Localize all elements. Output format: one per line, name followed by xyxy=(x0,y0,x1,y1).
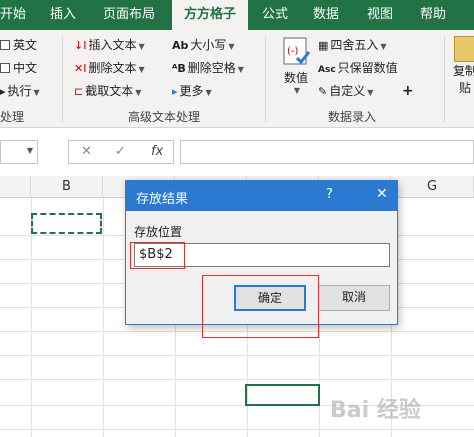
copy-paste-button[interactable]: 复制 贴 xyxy=(450,36,474,96)
checkbox-icon xyxy=(0,63,10,73)
tab-home[interactable]: 开始 xyxy=(0,0,26,30)
copy-label: 复制 xyxy=(452,64,474,78)
formula-buttons: ✕ ✓ fx xyxy=(68,140,174,164)
keep-values-button[interactable]: Asc 只保留数值 xyxy=(318,59,398,77)
cancel-entry-button[interactable]: ✕ xyxy=(81,144,92,159)
close-button[interactable]: ✕ xyxy=(376,186,388,202)
round-icon: ▦ xyxy=(318,39,329,52)
grid-line xyxy=(103,198,104,437)
custom-label: 自定义 xyxy=(329,84,366,98)
execute-button[interactable]: ▸ 执行 ▼ xyxy=(0,82,40,100)
numeric-label: 数值 xyxy=(283,71,308,85)
delete-text-label: 删除文本 xyxy=(88,61,137,75)
numeric-icon: (-) xyxy=(283,37,311,65)
chevron-down-icon: ▼ xyxy=(33,88,40,97)
column-header-g[interactable]: G xyxy=(391,176,474,198)
chevron-down-icon: ▼ xyxy=(135,88,142,97)
chinese-option[interactable]: 中文 xyxy=(0,59,37,77)
custom-button[interactable]: ✎ 自定义 ▼ xyxy=(318,82,373,100)
case-icon: Ab xyxy=(172,39,189,52)
ribbon-tab-bar: 开始 插入 页面布局 方方格子 公式 数据 视图 帮助 xyxy=(0,0,474,30)
grid-line xyxy=(0,331,474,332)
more-button[interactable]: ▸ 更多 ▼ xyxy=(172,82,212,100)
execute-icon: ▸ xyxy=(0,85,6,98)
paste-label: 贴 xyxy=(458,81,471,95)
delete-text-icon: ✕I xyxy=(74,62,87,75)
dialog-title: 存放结果 xyxy=(136,192,189,207)
extract-text-label: 截取文本 xyxy=(85,84,134,98)
copy-marquee-b2 xyxy=(31,213,102,234)
group-divider xyxy=(444,36,445,122)
insert-text-icon: ↓I xyxy=(74,39,87,52)
location-label: 存放位置 xyxy=(134,225,183,239)
cancel-button[interactable]: 取消 xyxy=(318,285,390,311)
help-button[interactable]: ? xyxy=(326,187,333,202)
case-button[interactable]: Ab 大小写 ▼ xyxy=(172,36,235,54)
execute-label: 执行 xyxy=(7,84,32,98)
extract-text-button[interactable]: ⊏ 截取文本 ▼ xyxy=(74,82,141,100)
delete-text-button[interactable]: ✕I 删除文本 ▼ xyxy=(74,59,145,77)
tab-data[interactable]: 数据 xyxy=(313,0,339,30)
add-button[interactable]: + xyxy=(402,82,414,100)
custom-icon: ✎ xyxy=(318,85,328,98)
grid-line xyxy=(0,355,474,356)
formula-input[interactable] xyxy=(180,140,474,164)
tab-view[interactable]: 视图 xyxy=(367,0,393,30)
tab-page-layout[interactable]: 页面布局 xyxy=(103,0,155,30)
tab-help[interactable]: 帮助 xyxy=(420,0,446,30)
chevron-down-icon: ▼ xyxy=(205,88,212,97)
group-divider xyxy=(62,36,63,122)
numeric-button[interactable]: (-) 数值 ▼ xyxy=(278,36,314,95)
grid-line xyxy=(0,429,474,430)
extract-text-icon: ⊏ xyxy=(74,85,84,98)
chevron-down-icon: ▼ xyxy=(138,65,145,74)
selected-cell[interactable] xyxy=(245,384,320,406)
group-label-advanced-text: 高级文本处理 xyxy=(128,110,201,124)
tab-insert[interactable]: 插入 xyxy=(50,0,76,30)
name-box[interactable]: ▼ xyxy=(0,140,38,164)
formula-area: ▼ ✕ ✓ fx xyxy=(0,128,474,176)
ok-button[interactable]: 确定 xyxy=(234,285,306,311)
column-header-b[interactable]: B xyxy=(31,176,103,198)
group-divider xyxy=(265,36,266,122)
column-header[interactable] xyxy=(0,176,31,198)
english-option[interactable]: 英文 xyxy=(0,36,37,54)
remove-spaces-label: 删除空格 xyxy=(187,61,236,75)
round-button[interactable]: ▦ 四舍五入 ▼ xyxy=(318,36,387,54)
checkbox-icon xyxy=(0,40,10,50)
english-label: 英文 xyxy=(13,38,38,52)
group-label-data-entry: 数据录入 xyxy=(328,110,377,124)
chevron-down-icon: ▼ xyxy=(138,42,145,51)
svg-text:(-): (-) xyxy=(287,46,299,57)
chevron-down-icon: ▼ xyxy=(237,65,244,74)
round-label: 四舍五入 xyxy=(330,38,379,52)
keep-values-label: 只保留数值 xyxy=(337,61,398,75)
clipboard-icon xyxy=(454,36,474,62)
save-result-dialog: 存放结果 ? ✕ 存放位置 $B$2 确定 取消 xyxy=(125,180,398,325)
chevron-down-icon: ▼ xyxy=(228,42,235,51)
tab-fangfang[interactable]: 方方格子 xyxy=(172,0,248,30)
insert-text-button[interactable]: ↓I 插入文本 ▼ xyxy=(74,36,145,54)
chevron-down-icon: ▼ xyxy=(380,42,387,51)
chevron-down-icon: ▼ xyxy=(26,146,33,155)
more-label: 更多 xyxy=(179,84,204,98)
watermark: Bai 经验 xyxy=(330,398,421,423)
remove-spaces-button[interactable]: ᴬB 删除空格 ▼ xyxy=(172,59,244,77)
insert-function-button[interactable]: fx xyxy=(151,144,163,159)
keep-values-icon: Asc xyxy=(318,65,336,75)
dialog-title-bar[interactable]: 存放结果 ? ✕ xyxy=(126,181,397,211)
chevron-down-icon: ▼ xyxy=(293,86,301,95)
insert-text-label: 插入文本 xyxy=(88,38,137,52)
group-label-process: 处理 xyxy=(0,110,25,124)
confirm-entry-button[interactable]: ✓ xyxy=(115,144,126,159)
more-icon: ▸ xyxy=(172,85,178,98)
remove-spaces-icon: ᴬB xyxy=(172,62,186,75)
case-label: 大小写 xyxy=(190,38,227,52)
grid-line xyxy=(0,379,474,380)
chinese-label: 中文 xyxy=(13,61,38,75)
chevron-down-icon: ▼ xyxy=(367,88,374,97)
ribbon-panel: 英文 中文 ▸ 执行 ▼ 处理 ↓I 插入文本 ▼ ✕I 删除文本 ▼ ⊏ 截取文本 ▼ Ab 大… xyxy=(0,30,474,128)
location-input[interactable]: $B$2 xyxy=(134,243,390,267)
tab-formulas[interactable]: 公式 xyxy=(262,0,288,30)
